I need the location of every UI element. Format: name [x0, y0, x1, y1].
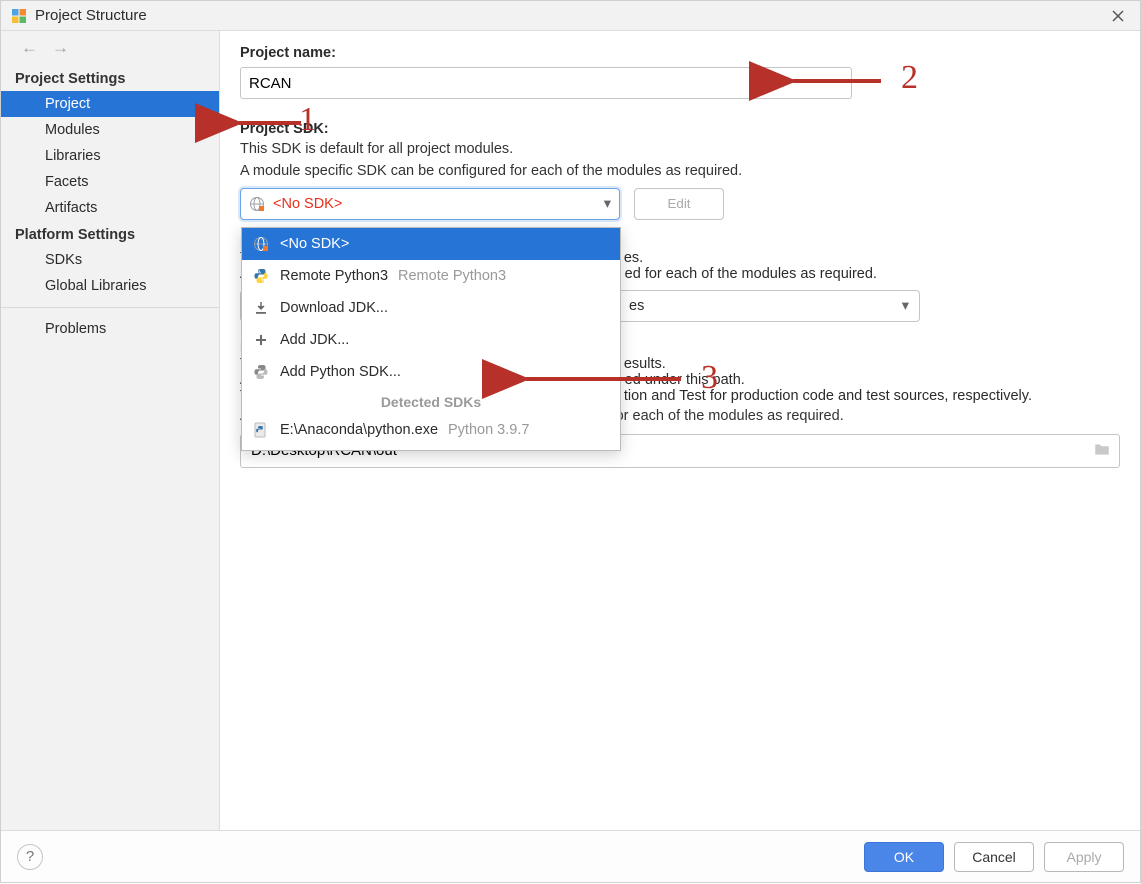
python-file-icon — [252, 421, 270, 439]
close-icon — [1112, 10, 1124, 22]
sdk-desc-2: A module specific SDK can be configured … — [240, 161, 1120, 181]
dd-item-label: Add Python SDK... — [280, 364, 401, 380]
sidebar-item-label: SDKs — [45, 252, 82, 268]
sidebar-item-label: Modules — [45, 122, 100, 138]
globe-icon — [252, 235, 270, 253]
dd-item-add-python-sdk[interactable]: Add Python SDK... — [242, 356, 620, 388]
nav-back[interactable]: ← — [21, 38, 38, 58]
sidebar-item-label: Libraries — [45, 148, 101, 164]
lang-combo-tail: es — [629, 298, 644, 314]
project-name-input[interactable] — [240, 67, 852, 99]
dd-item-detected-anaconda[interactable]: E:\Anaconda\python.exe Python 3.9.7 — [242, 414, 620, 446]
download-icon — [252, 299, 270, 317]
edit-sdk-button[interactable]: Edit — [634, 188, 724, 220]
sidebar-item-modules[interactable]: Modules — [1, 117, 219, 143]
project-sdk-label: Project SDK: — [240, 121, 1120, 137]
dd-item-remote-python[interactable]: Remote Python3 Remote Python3 — [242, 260, 620, 292]
globe-icon — [249, 196, 265, 212]
dd-item-label: Remote Python3 — [280, 268, 388, 284]
dd-item-add-jdk[interactable]: Add JDK... — [242, 324, 620, 356]
ok-button[interactable]: OK — [864, 842, 944, 872]
edit-button-label: Edit — [668, 196, 691, 211]
sidebar-item-label: Artifacts — [45, 200, 97, 216]
nav-forward[interactable]: → — [52, 38, 69, 58]
main-panel: Project name: Project SDK: This SDK is d… — [220, 31, 1140, 830]
help-button[interactable]: ? — [17, 844, 43, 870]
help-icon: ? — [26, 848, 34, 865]
cancel-label: Cancel — [972, 849, 1016, 865]
sidebar-item-label: Problems — [45, 321, 106, 337]
dd-item-label: <No SDK> — [280, 236, 349, 252]
sdk-desc-1: This SDK is default for all project modu… — [240, 139, 1120, 159]
close-button[interactable] — [1104, 2, 1132, 30]
window-title: Project Structure — [35, 7, 147, 24]
sidebar-item-global-libraries[interactable]: Global Libraries — [1, 273, 219, 299]
dd-item-label: Download JDK... — [280, 300, 388, 316]
sidebar-item-label: Facets — [45, 174, 89, 190]
folder-icon[interactable] — [1093, 440, 1111, 462]
sidebar-item-problems[interactable]: Problems — [1, 316, 219, 342]
dd-item-sub: Remote Python3 — [398, 268, 506, 284]
dd-item-no-sdk[interactable]: <No SDK> — [242, 228, 620, 260]
section-platform-settings: Platform Settings — [1, 221, 219, 247]
footer: ? OK Cancel Apply — [1, 830, 1140, 882]
dd-section-detected: Detected SDKs — [242, 388, 620, 414]
sidebar-item-label: Global Libraries — [45, 278, 147, 294]
python-add-icon — [252, 363, 270, 381]
apply-button[interactable]: Apply — [1044, 842, 1124, 872]
dd-item-sub: Python 3.9.7 — [448, 422, 529, 438]
sidebar-item-project[interactable]: Project — [1, 91, 219, 117]
dd-item-download-jdk[interactable]: Download JDK... — [242, 292, 620, 324]
ok-label: OK — [894, 849, 914, 865]
sidebar-item-sdks[interactable]: SDKs — [1, 247, 219, 273]
dd-item-label: Add JDK... — [280, 332, 349, 348]
project-sdk-combo[interactable]: <No SDK> ▾ — [240, 188, 620, 220]
dd-item-label: E:\Anaconda\python.exe — [280, 422, 438, 438]
sidebar-item-artifacts[interactable]: Artifacts — [1, 195, 219, 221]
sidebar-item-facets[interactable]: Facets — [1, 169, 219, 195]
add-icon — [252, 331, 270, 349]
project-name-label: Project name: — [240, 45, 1120, 61]
sdk-dropdown: <No SDK> Remote Python3 Remote Python3 — [241, 227, 621, 451]
cancel-button[interactable]: Cancel — [954, 842, 1034, 872]
python-icon — [252, 267, 270, 285]
sdk-combo-text: <No SDK> — [273, 196, 342, 212]
sidebar-item-libraries[interactable]: Libraries — [1, 143, 219, 169]
section-project-settings: Project Settings — [1, 65, 219, 91]
app-icon — [11, 8, 27, 24]
sidebar: ← → Project Settings Project Modules Lib… — [1, 31, 220, 830]
chevron-down-icon: ▾ — [902, 298, 909, 314]
titlebar: Project Structure — [1, 1, 1140, 31]
apply-label: Apply — [1066, 849, 1101, 865]
chevron-down-icon: ▾ — [604, 196, 611, 212]
nav-arrows: ← → — [1, 31, 219, 65]
sidebar-item-label: Project — [45, 96, 90, 112]
sidebar-divider — [1, 307, 219, 308]
